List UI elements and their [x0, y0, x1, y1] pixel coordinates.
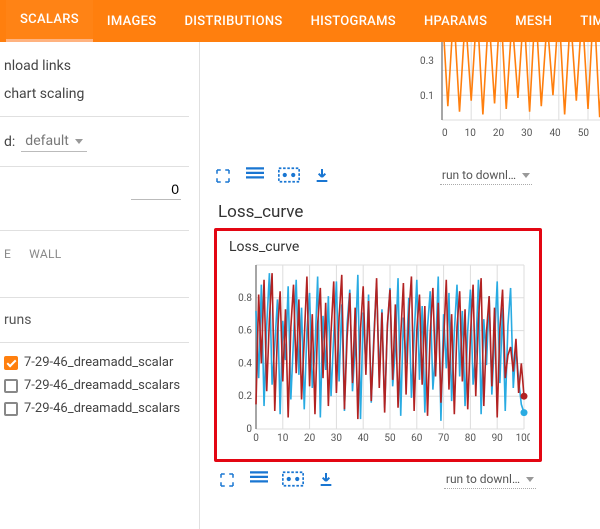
run-download-label: run to downl… — [442, 168, 516, 182]
tab-scalars[interactable]: SCALARS — [6, 0, 93, 42]
loss-curve-chart[interactable]: 0 0.2 0.4 0.6 0.8 0 10 20 30 40 50 60 70 80 90 100 — [226, 259, 530, 449]
chart-xtick: 10 — [465, 128, 476, 139]
chart-xtick: 0 — [442, 128, 448, 139]
toggle-y-log-icon[interactable] — [250, 471, 268, 489]
tab-hparams[interactable]: HPARAMS — [410, 0, 501, 42]
chevron-down-icon — [522, 173, 530, 178]
chart-xtick: 30 — [521, 128, 532, 139]
tab-images[interactable]: IMAGES — [93, 0, 171, 42]
loss-curve-card: Loss_curve 0 0.2 0.4 0.6 0.8 0 10 20 30 40 50 60 70 8… — [214, 228, 542, 462]
chart-xtick: 20 — [493, 128, 504, 139]
run-label: 7-29-46_dreamadd_scalars — [24, 401, 180, 416]
fit-domain-icon[interactable] — [278, 167, 300, 185]
chart-ytick: 0.1 — [420, 91, 434, 102]
chart-xtick: 50 — [578, 128, 589, 139]
xaxis-option-wall[interactable]: WALL — [29, 247, 61, 261]
run-label: 7-29-46_dreamadd_scalars — [24, 378, 180, 393]
fit-domain-icon[interactable] — [282, 471, 304, 489]
tab-distributions[interactable]: DISTRIBUTIONS — [170, 0, 296, 42]
chart-ytick: 0.3 — [420, 56, 434, 67]
tab-mesh[interactable]: MESH — [501, 0, 566, 42]
runs-filter-label: runs — [0, 306, 189, 334]
svg-text:10: 10 — [277, 433, 289, 444]
tooltip-sort-value: default — [25, 133, 69, 149]
run-checkbox[interactable] — [4, 356, 18, 370]
top-tab-bar: SCALARS IMAGES DISTRIBUTIONS HISTOGRAMS … — [0, 0, 600, 42]
smoothing-input[interactable] — [131, 179, 181, 200]
svg-text:0: 0 — [246, 424, 252, 435]
toggle-y-log-icon[interactable] — [246, 167, 264, 185]
chevron-down-icon — [526, 477, 534, 482]
run-download-label: run to downl… — [446, 472, 520, 486]
tooltip-sort-label: d: — [4, 134, 15, 150]
download-icon[interactable] — [318, 471, 334, 489]
tooltip-sort-select[interactable]: default — [21, 131, 87, 152]
svg-text:80: 80 — [465, 433, 477, 444]
run-row[interactable]: 7-29-46_dreamadd_scalars — [0, 374, 189, 397]
tab-histograms[interactable]: HISTOGRAMS — [297, 0, 410, 42]
run-checkbox[interactable] — [4, 402, 18, 416]
upper-chart: 0.3 0.1 0 10 20 30 40 50 60 70 80 90 100 — [412, 42, 600, 156]
svg-text:40: 40 — [358, 433, 370, 444]
svg-text:90: 90 — [492, 433, 504, 444]
run-download-select[interactable]: run to downl… — [444, 470, 536, 489]
run-row[interactable]: 7-29-46_dreamadd_scalar — [0, 351, 189, 374]
svg-text:0.6: 0.6 — [238, 326, 252, 337]
download-icon[interactable] — [314, 167, 330, 185]
svg-text:70: 70 — [438, 433, 450, 444]
tab-time[interactable]: TIME — [566, 0, 600, 42]
svg-text:20: 20 — [304, 433, 316, 444]
svg-text:30: 30 — [331, 433, 343, 444]
svg-text:0.4: 0.4 — [238, 358, 252, 369]
card-title: Loss_curve — [225, 237, 531, 259]
chevron-down-icon — [75, 139, 83, 144]
run-download-select[interactable]: run to downl… — [440, 166, 532, 185]
run-label: 7-29-46_dreamadd_scalar — [24, 355, 173, 370]
svg-text:0.2: 0.2 — [238, 391, 252, 402]
svg-text:0.8: 0.8 — [238, 293, 252, 304]
run-checkbox[interactable] — [4, 379, 18, 393]
xaxis-option-relative[interactable]: E — [4, 247, 11, 261]
svg-text:0: 0 — [253, 433, 259, 444]
expand-icon[interactable] — [218, 471, 236, 489]
chart-xtick: 40 — [549, 128, 560, 139]
main-panel: 0.3 0.1 0 10 20 30 40 50 60 70 80 90 100 — [200, 42, 600, 529]
sidebar: nload links chart scaling d: default E W… — [0, 42, 200, 529]
svg-text:100: 100 — [516, 433, 530, 444]
option-download-links[interactable]: nload links — [0, 52, 189, 80]
option-chart-scaling[interactable]: chart scaling — [0, 80, 189, 108]
expand-icon[interactable] — [214, 167, 232, 185]
svg-text:50: 50 — [384, 433, 396, 444]
svg-text:60: 60 — [411, 433, 423, 444]
run-row[interactable]: 7-29-46_dreamadd_scalars — [0, 397, 189, 420]
